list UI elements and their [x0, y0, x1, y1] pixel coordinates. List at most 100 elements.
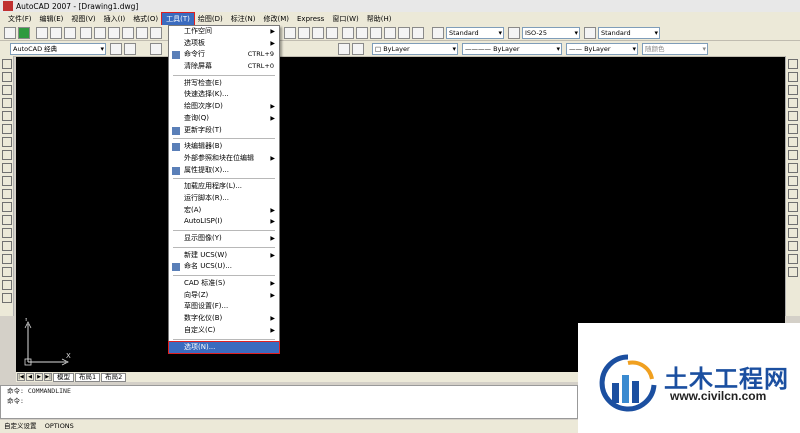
first-tab-icon[interactable]: |◀	[17, 373, 25, 381]
cut-icon[interactable]	[108, 27, 120, 39]
polyline-icon[interactable]	[2, 85, 12, 95]
tools-menu-item[interactable]: 查询(Q) ▶	[169, 113, 279, 125]
next-tab-icon[interactable]: ▶	[35, 373, 43, 381]
join-icon[interactable]	[788, 228, 798, 238]
scale-icon[interactable]	[788, 150, 798, 160]
tab-model[interactable]: 模型	[53, 372, 74, 382]
move-icon[interactable]	[788, 124, 798, 134]
tools-menu-item[interactable]: 向导(Z) ▶	[169, 290, 279, 302]
menu-modify[interactable]: 修改(M)	[259, 13, 293, 25]
prev-tab-icon[interactable]: ◀	[26, 373, 34, 381]
menu-draw[interactable]: 绘图(D)	[194, 13, 227, 25]
mirror-icon[interactable]	[788, 85, 798, 95]
break-at-point-icon[interactable]	[788, 202, 798, 212]
tools-menu-item[interactable]: 快速选择(K)...	[169, 89, 279, 101]
spline-icon[interactable]	[2, 163, 12, 173]
tools-menu-item[interactable]: 自定义(C) ▶	[169, 325, 279, 337]
color-select[interactable]: □ ByLayer	[372, 43, 458, 55]
tools-menu-item[interactable]: 数字化仪(B) ▶	[169, 313, 279, 325]
workspace-select[interactable]: AutoCAD 经典	[10, 43, 106, 55]
tools-menu-item[interactable]: 绘图次序(D) ▶	[169, 101, 279, 113]
tools-menu-item[interactable]: CAD 标准(S) ▶	[169, 278, 279, 290]
design-center-icon[interactable]	[356, 27, 368, 39]
menu-express[interactable]: Express	[293, 13, 328, 25]
tools-menu-item[interactable]: 块编辑器(B)	[169, 141, 279, 153]
tools-menu-item[interactable]: 清除屏幕 CTRL+0	[169, 61, 279, 73]
ellipse-icon[interactable]	[2, 176, 12, 186]
region-icon[interactable]	[2, 267, 12, 277]
menu-edit[interactable]: 编辑(E)	[36, 13, 68, 25]
tools-menu-item[interactable]: 运行脚本(R)...	[169, 193, 279, 205]
polygon-icon[interactable]	[2, 98, 12, 108]
tools-menu-item[interactable]: 宏(A) ▶	[169, 205, 279, 217]
text-style-select[interactable]: Standard	[446, 27, 504, 39]
qnew-icon[interactable]	[18, 27, 30, 39]
point-icon[interactable]	[2, 228, 12, 238]
extend-icon[interactable]	[788, 189, 798, 199]
tools-menu-item[interactable]: 属性提取(X)...	[169, 165, 279, 177]
stretch-icon[interactable]	[788, 163, 798, 173]
tools-menu-item[interactable]: 草图设置(F)...	[169, 301, 279, 313]
pan-icon[interactable]	[284, 27, 296, 39]
menu-file[interactable]: 文件(F)	[4, 13, 36, 25]
calculator-icon[interactable]	[412, 27, 424, 39]
arc-icon[interactable]	[2, 124, 12, 134]
insert-block-icon[interactable]	[2, 202, 12, 212]
paste-icon[interactable]	[136, 27, 148, 39]
tools-menu-item[interactable]: 选项板 ▶	[169, 38, 279, 50]
copy-object-icon[interactable]	[788, 72, 798, 82]
match-properties-icon[interactable]	[150, 27, 162, 39]
menu-dimension[interactable]: 标注(N)	[227, 13, 260, 25]
array-icon[interactable]	[788, 111, 798, 121]
erase-icon[interactable]	[788, 59, 798, 69]
construction-line-icon[interactable]	[2, 72, 12, 82]
tools-menu-item[interactable]: 拼写检查(E)	[169, 78, 279, 90]
circle-icon[interactable]	[2, 137, 12, 147]
sheet-set-icon[interactable]	[384, 27, 396, 39]
tools-menu-item[interactable]: 工作空间 ▶	[169, 26, 279, 38]
line-icon[interactable]	[2, 59, 12, 69]
command-window[interactable]: 命令: COMMANDLINE 命令:	[0, 385, 578, 419]
tools-menu-item[interactable]: 命名 UCS(U)...	[169, 261, 279, 273]
workspace-settings-icon[interactable]	[110, 43, 122, 55]
zoom-previous-icon[interactable]	[326, 27, 338, 39]
gradient-icon[interactable]	[2, 254, 12, 264]
rectangle-icon[interactable]	[2, 111, 12, 121]
dim-style-select[interactable]: ISO-25	[522, 27, 580, 39]
multiline-text-icon[interactable]	[2, 293, 12, 303]
break-icon[interactable]	[788, 215, 798, 225]
menu-tools[interactable]: 工具(T)	[161, 11, 195, 26]
menu-insert[interactable]: 插入(I)	[100, 13, 130, 25]
copy-icon[interactable]	[122, 27, 134, 39]
menu-format[interactable]: 格式(O)	[129, 13, 162, 25]
fillet-icon[interactable]	[788, 254, 798, 264]
explode-icon[interactable]	[788, 267, 798, 277]
markup-icon[interactable]	[398, 27, 410, 39]
print-icon[interactable]	[64, 27, 76, 39]
tools-menu-item[interactable]: AutoLISP(I) ▶	[169, 216, 279, 228]
chamfer-icon[interactable]	[788, 241, 798, 251]
tools-menu-item[interactable]: 显示图像(Y) ▶	[169, 233, 279, 245]
tab-layout2[interactable]: 布局2	[101, 372, 127, 382]
offset-icon[interactable]	[788, 98, 798, 108]
plot-preview-icon[interactable]	[80, 27, 92, 39]
last-tab-icon[interactable]: ▶|	[44, 373, 52, 381]
hatch-icon[interactable]	[2, 241, 12, 251]
tab-layout1[interactable]: 布局1	[75, 372, 101, 382]
save-workspace-icon[interactable]	[124, 43, 136, 55]
new-file-icon[interactable]	[4, 27, 16, 39]
tools-menu-item[interactable]: 加载应用程序(L)...	[169, 181, 279, 193]
menu-window[interactable]: 窗口(W)	[328, 13, 362, 25]
make-current-layer-icon[interactable]	[338, 43, 350, 55]
layer-manager-icon[interactable]	[150, 43, 162, 55]
tools-menu-item[interactable]: 命令行 CTRL+9	[169, 49, 279, 61]
menu-help[interactable]: 帮助(H)	[363, 13, 396, 25]
menu-view[interactable]: 视图(V)	[67, 13, 99, 25]
publish-icon[interactable]	[94, 27, 106, 39]
command-prompt[interactable]: 命令:	[1, 396, 577, 406]
trim-icon[interactable]	[788, 176, 798, 186]
open-icon[interactable]	[36, 27, 48, 39]
revision-cloud-icon[interactable]	[2, 150, 12, 160]
tools-menu-item[interactable]: 选项(N)...	[168, 340, 280, 355]
table-icon[interactable]	[2, 280, 12, 290]
